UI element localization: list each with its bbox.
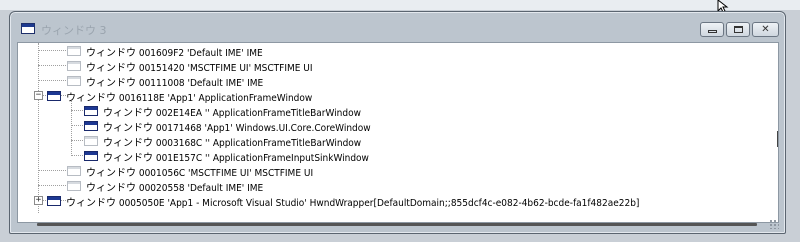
tree-connector xyxy=(38,170,66,171)
vertical-scrollbar-thumb[interactable] xyxy=(777,131,778,147)
window-node-icon xyxy=(47,196,61,206)
tree-connector xyxy=(38,185,66,186)
tree-row[interactable]: ウィンドウ 00020558 'Default IME' IME xyxy=(67,178,263,194)
tree-connector xyxy=(38,80,66,81)
maximize-button[interactable] xyxy=(726,22,750,37)
horizontal-scrollbar-thumb[interactable] xyxy=(37,223,757,226)
window-node-icon xyxy=(84,151,98,161)
window-node-icon xyxy=(67,61,81,71)
tree-row-label: ウィンドウ 00171468 'App1' Windows.UI.Core.Co… xyxy=(103,122,371,134)
tree-row-label: ウィンドウ 001609F2 'Default IME' IME xyxy=(86,47,263,59)
minimize-icon xyxy=(707,30,717,33)
tree-connector xyxy=(38,50,66,51)
tree-row[interactable]: ウィンドウ 002E14EA '' ApplicationFrameTitleB… xyxy=(84,103,361,119)
tree-connector xyxy=(71,125,83,126)
tree-row[interactable]: ウィンドウ 0003168C '' ApplicationFrameTitleB… xyxy=(84,133,361,149)
tree-row[interactable]: ウィンドウ 0005050E 'App1 - Microsoft Visual … xyxy=(47,193,639,209)
tree-row[interactable]: ウィンドウ 001609F2 'Default IME' IME xyxy=(67,43,263,59)
window-node-icon xyxy=(84,106,98,116)
tree-row-label: ウィンドウ 001E157C '' ApplicationFrameInputS… xyxy=(103,152,369,164)
tree-row[interactable]: ウィンドウ 0001056C 'MSCTFIME UI' MSCTFIME UI xyxy=(67,163,313,179)
tree-row[interactable]: ウィンドウ 0016118E 'App1' ApplicationFrameWi… xyxy=(47,88,312,104)
title-bar[interactable]: ウィンドウ 3 ✕ xyxy=(10,12,785,42)
expand-toggle[interactable]: + xyxy=(34,196,43,205)
window-node-icon xyxy=(67,76,81,86)
minimize-button[interactable] xyxy=(700,22,724,37)
close-icon: ✕ xyxy=(761,23,770,35)
window-node-icon xyxy=(84,121,98,131)
tree-connector xyxy=(71,140,83,141)
caption-buttons: ✕ xyxy=(700,22,779,37)
tree-connector xyxy=(38,43,39,213)
tree-row-label: ウィンドウ 00020558 'Default IME' IME xyxy=(86,182,264,194)
tree-row[interactable]: ウィンドウ 001E157C '' ApplicationFrameInputS… xyxy=(84,148,369,164)
tree-row[interactable]: ウィンドウ 00171468 'App1' Windows.UI.Core.Co… xyxy=(84,118,371,134)
tree-row-label: ウィンドウ 0003168C '' ApplicationFrameTitleB… xyxy=(103,137,362,149)
tree-connector xyxy=(71,155,83,156)
window-node-icon xyxy=(67,46,81,56)
spy-window: ウィンドウ 3 ✕ − + ウィンドウ 001609F2 'Default IM… xyxy=(9,11,786,234)
tree-row-label: ウィンドウ 00151420 'MSCTFIME UI' MSCTFIME UI xyxy=(86,62,313,74)
tree-row-label: ウィンドウ 002E14EA '' ApplicationFrameTitleB… xyxy=(103,107,361,119)
maximize-icon xyxy=(733,26,743,33)
tree-row-label: ウィンドウ 0016118E 'App1' ApplicationFrameWi… xyxy=(66,92,313,104)
tree-row-label: ウィンドウ 0001056C 'MSCTFIME UI' MSCTFIME UI xyxy=(86,167,314,179)
window-tree[interactable]: − + ウィンドウ 001609F2 'Default IME' IME ウィン… xyxy=(17,42,779,223)
window-icon xyxy=(21,23,35,34)
tree-row-label: ウィンドウ 0005050E 'App1 - Microsoft Visual … xyxy=(66,197,640,209)
tree-connector xyxy=(38,65,66,66)
collapse-toggle[interactable]: − xyxy=(34,91,43,100)
tree-row-label: ウィンドウ 00111008 'Default IME' IME xyxy=(86,77,264,89)
close-button[interactable]: ✕ xyxy=(752,22,779,37)
desktop-background xyxy=(0,0,800,10)
window-node-icon xyxy=(47,91,61,101)
window-title: ウィンドウ 3 xyxy=(41,24,107,37)
tree-connector xyxy=(71,110,83,111)
window-node-icon xyxy=(84,136,98,146)
tree-row[interactable]: ウィンドウ 00111008 'Default IME' IME xyxy=(67,73,263,89)
resize-grip-icon[interactable] xyxy=(769,219,779,229)
window-node-icon xyxy=(67,166,81,176)
window-node-icon xyxy=(67,181,81,191)
tree-row[interactable]: ウィンドウ 00151420 'MSCTFIME UI' MSCTFIME UI xyxy=(67,58,313,74)
